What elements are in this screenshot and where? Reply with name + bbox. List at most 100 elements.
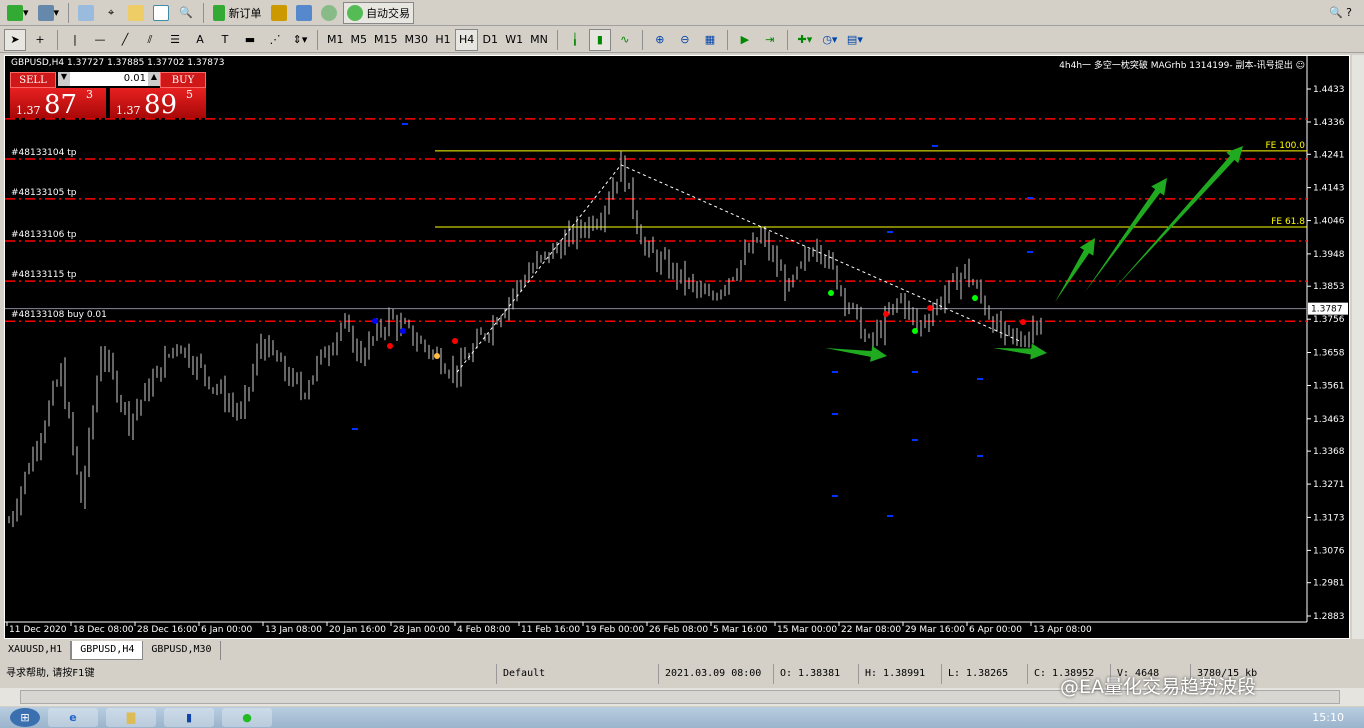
zoom-out-button[interactable]: ⊖ bbox=[674, 29, 696, 51]
tab-gbpusd-h4[interactable]: GBPUSD,H4 bbox=[71, 641, 144, 660]
terminal-icon bbox=[153, 4, 170, 21]
timeframe-m5[interactable]: M5 bbox=[348, 29, 371, 51]
tab-xauusd-h1[interactable]: XAUUSD,H1 bbox=[0, 641, 72, 660]
text-button[interactable]: A bbox=[189, 29, 211, 51]
channel-button[interactable]: ⫽ bbox=[139, 29, 161, 51]
trendline bbox=[456, 164, 622, 373]
lot-decrease-button[interactable]: ▼ bbox=[58, 72, 70, 86]
sell-price[interactable]: 1.37 87 3 bbox=[10, 88, 106, 120]
buy-price-prefix: 1.37 bbox=[116, 104, 141, 117]
periods-button[interactable]: ◷▾ bbox=[819, 29, 841, 51]
sell-button[interactable]: SELL bbox=[10, 72, 56, 88]
line-chart-button[interactable]: ∿ bbox=[614, 29, 636, 51]
timeframe-m15[interactable]: M15 bbox=[371, 29, 401, 51]
templates-button[interactable]: ▤▾ bbox=[844, 29, 866, 51]
timeframe-w1[interactable]: W1 bbox=[502, 29, 526, 51]
buy-price[interactable]: 1.37 89 5 bbox=[110, 88, 206, 120]
timeframe-mn[interactable]: MN bbox=[527, 29, 551, 51]
tile-button[interactable]: ▦ bbox=[699, 29, 721, 51]
trendline-icon: ╱ bbox=[121, 33, 129, 46]
lot-increase-button[interactable]: ▲ bbox=[148, 72, 160, 86]
date-tick-label: 22 Mar 08:00 bbox=[841, 625, 901, 635]
data-window-button[interactable]: ⌖ bbox=[100, 2, 122, 24]
date-tick-label: 29 Mar 16:00 bbox=[905, 625, 965, 635]
new-order-button[interactable]: 新订单 bbox=[210, 2, 265, 24]
candle-chart-button[interactable]: ▮ bbox=[588, 28, 611, 51]
main-toolbar: ▾ ▾ ⌖ 🔍 新订单 自动交易 🔍 ? bbox=[0, 0, 1364, 26]
price-chart[interactable]: 1.4433 1.4336 1.4241 1.4143 1.4046 1.3948 1.38… bbox=[4, 55, 1350, 639]
options-button[interactable] bbox=[293, 2, 315, 24]
terminal-button[interactable] bbox=[150, 2, 172, 24]
trendline-button[interactable]: ╱ bbox=[114, 29, 136, 51]
vertical-line-button[interactable]: | bbox=[64, 29, 86, 51]
taskbar-explorer[interactable]: ▇ bbox=[106, 708, 156, 727]
timeframe-d1[interactable]: D1 bbox=[479, 29, 501, 51]
new-order-label: 新订单 bbox=[228, 6, 262, 20]
signal-marker bbox=[387, 343, 393, 349]
navigator-icon bbox=[128, 4, 145, 21]
timeframe-h4[interactable]: H4 bbox=[455, 28, 479, 51]
signal-icon bbox=[320, 4, 337, 21]
taskbar-ie[interactable]: e bbox=[48, 708, 98, 727]
tester-button[interactable]: 🔍 bbox=[175, 2, 197, 24]
signals-button[interactable] bbox=[318, 2, 340, 24]
user-icon bbox=[295, 4, 312, 21]
signal-marker bbox=[912, 328, 918, 334]
chart-shift-icon: ⇥ bbox=[765, 33, 775, 46]
metaeditor-button[interactable] bbox=[268, 2, 290, 24]
clock: 15:10 bbox=[1312, 711, 1344, 724]
start-button[interactable]: ⊞ bbox=[10, 708, 40, 727]
green-arrow-right bbox=[993, 343, 1047, 360]
date-tick-label: 6 Jan 00:00 bbox=[201, 625, 253, 635]
folder-icon: ▇ bbox=[126, 711, 136, 724]
fibo-icon: ☰ bbox=[170, 33, 180, 46]
zoom-in-icon: ⊕ bbox=[655, 33, 665, 46]
taskbar-mt4[interactable]: ▮ bbox=[164, 708, 214, 727]
cursor-button[interactable]: ➤ bbox=[4, 28, 26, 51]
zoom-out-icon: ⊖ bbox=[680, 33, 690, 46]
horizontal-line-button[interactable]: — bbox=[89, 29, 111, 51]
date-tick-label: 26 Feb 08:00 bbox=[649, 625, 708, 635]
timeframe-m1[interactable]: M1 bbox=[324, 29, 347, 51]
fibo-fan-button[interactable]: ⋰ bbox=[264, 29, 286, 51]
price-tick-label: 1.4433 bbox=[1313, 85, 1345, 95]
arrows-button[interactable]: ⇕▾ bbox=[289, 29, 311, 51]
profiles-button[interactable]: ▾ bbox=[35, 2, 63, 24]
order-line-label: #48133115 tp bbox=[11, 270, 77, 280]
date-tick-label: 11 Dec 2020 bbox=[9, 625, 67, 635]
rectangle-button[interactable]: ▬ bbox=[239, 29, 261, 51]
indicators-button[interactable]: ✚▾ bbox=[794, 29, 816, 51]
clock-icon: ◷▾ bbox=[822, 33, 838, 46]
search-icon[interactable]: 🔍 ? bbox=[1329, 6, 1352, 19]
new-chart-button[interactable]: ▾ bbox=[4, 2, 32, 24]
price-tick-label: 1.3368 bbox=[1313, 447, 1345, 457]
timeframe-h1[interactable]: H1 bbox=[432, 29, 454, 51]
crosshair-button[interactable]: + bbox=[29, 29, 51, 51]
price-tick-label: 1.3948 bbox=[1313, 250, 1345, 260]
market-watch-button[interactable] bbox=[75, 2, 97, 24]
buy-button[interactable]: BUY bbox=[160, 72, 206, 88]
taskbar-wechat[interactable]: ● bbox=[222, 708, 272, 727]
autoscroll-button[interactable]: ▶ bbox=[734, 29, 756, 51]
text-icon: A bbox=[196, 33, 204, 46]
fibo-button[interactable]: ☰ bbox=[164, 29, 186, 51]
signal-marker bbox=[927, 305, 933, 311]
price-tick-label: 1.4241 bbox=[1313, 150, 1345, 160]
indicator-text: 4h4h一 多空一枕突破 MAGrhb 1314199- 副本-讯号提出 ☺ bbox=[1059, 61, 1305, 71]
timeframe-m30[interactable]: M30 bbox=[402, 29, 432, 51]
zoom-in-button[interactable]: ⊕ bbox=[649, 29, 671, 51]
navigator-button[interactable] bbox=[125, 2, 147, 24]
vertical-scrollbar[interactable] bbox=[1352, 55, 1364, 639]
tab-gbpusd-m30[interactable]: GBPUSD,M30 bbox=[143, 641, 221, 660]
candle-icon: ▮ bbox=[596, 33, 603, 46]
ie-icon: e bbox=[69, 711, 77, 724]
bar-chart-button[interactable]: ╽ bbox=[564, 29, 586, 51]
lot-input[interactable]: 0.01 bbox=[70, 72, 148, 86]
watermark: @EA量化交易趋势波段 bbox=[1060, 676, 1257, 698]
date-tick-label: 11 Feb 16:00 bbox=[521, 625, 580, 635]
chart-shift-button[interactable]: ⇥ bbox=[759, 29, 781, 51]
auto-trading-button[interactable]: 自动交易 bbox=[342, 1, 415, 24]
label-button[interactable]: T bbox=[214, 29, 236, 51]
chart-header: GBPUSD,H4 1.37727 1.37885 1.37702 1.3787… bbox=[11, 58, 225, 68]
chart-canvas: 1.4433 1.4336 1.4241 1.4143 1.4046 1.3948 1.38… bbox=[5, 56, 1348, 635]
